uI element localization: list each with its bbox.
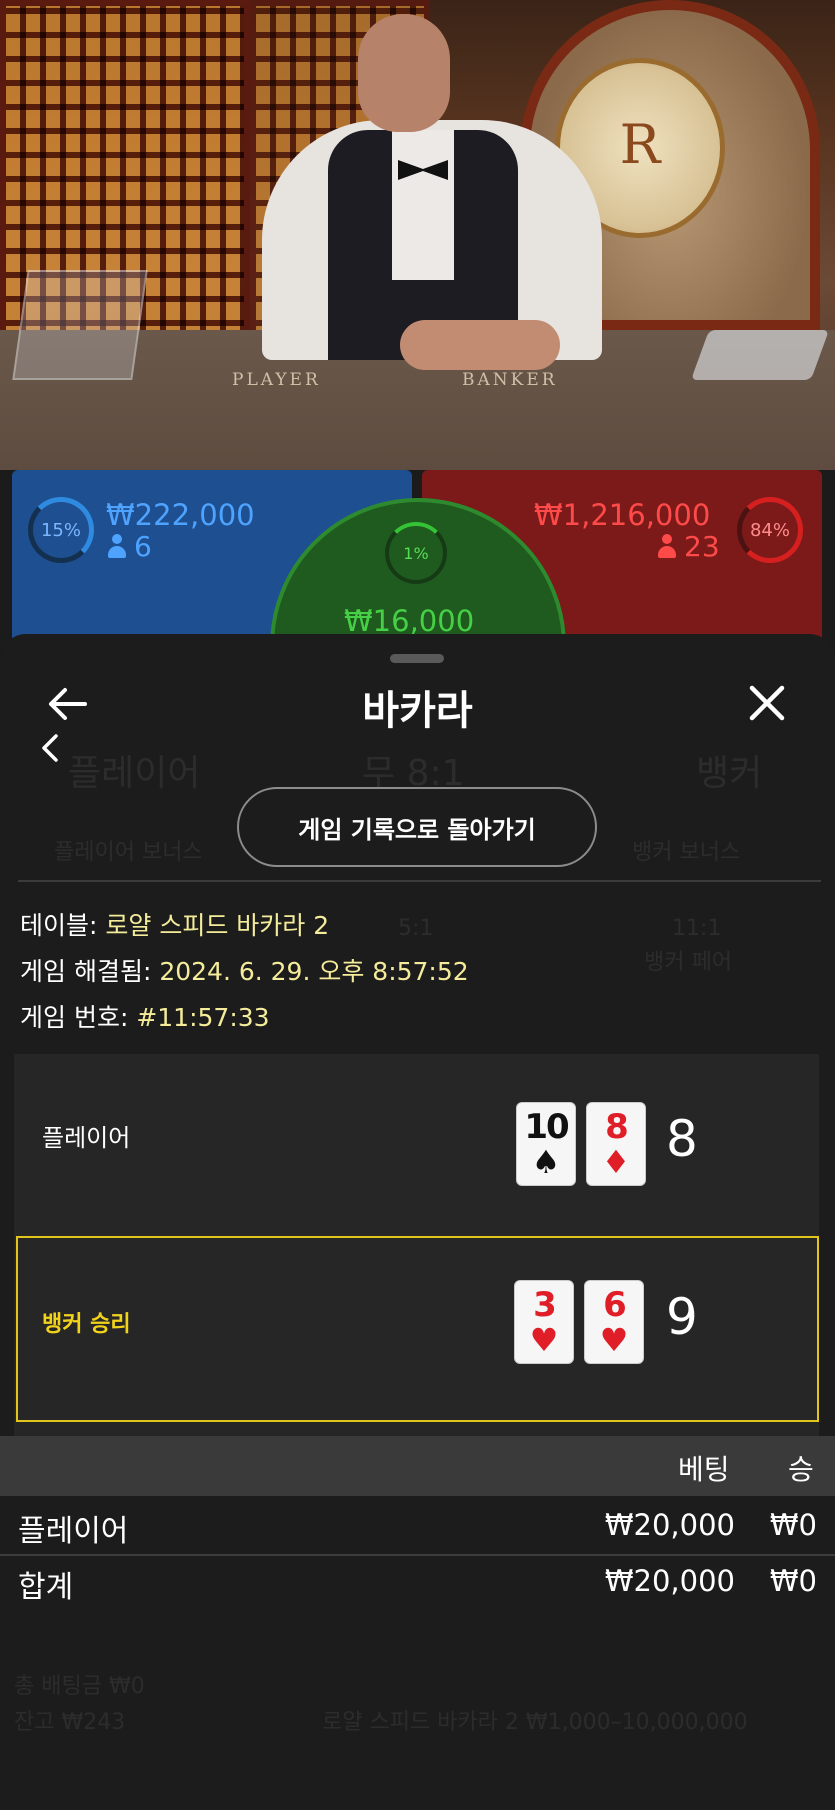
bet-table-header: 베팅 승 [0,1436,835,1496]
banker-card-1: 3 ♥ [514,1280,574,1364]
player-result-row: 플레이어 10 ♠ 8 ♦ 8 [18,1070,818,1220]
bet-row-name: 플레이어 [18,1514,129,1549]
ghost-player-bonus: 플레이어 보너스 [54,840,203,865]
dealer-head [358,14,450,132]
ghost-banker-label: 뱅커 [696,753,763,794]
person-icon [108,534,126,558]
banker-win-label: 뱅커 승리 [42,1312,131,1337]
bet-total-amount: ₩20,000 [604,1564,735,1598]
sheet-title: 바카라 [362,688,473,734]
player-bet-total: ₩222,000 [106,498,255,532]
bet-total-win: ₩0 [769,1564,817,1598]
tie-bet-total: ₩16,000 [344,604,475,638]
player-score: 8 [666,1110,698,1168]
info-game-number-value: #11:57:33 [136,1003,270,1032]
close-icon[interactable] [744,680,790,726]
person-icon [658,534,676,558]
info-resolved: 게임 해결됨: 2024. 6. 29. 오후 8:57:52 [20,952,469,988]
bet-row-win: ₩0 [769,1508,817,1542]
info-table-value: 로얄 스피드 바카라 2 [105,911,330,940]
ghost-total-bet: 총 배팅금 ₩0 [14,1674,145,1699]
bet-row-amount: ₩20,000 [604,1508,735,1542]
player-result-label: 플레이어 [42,1124,131,1152]
bet-row-player: 플레이어 ₩20,000 ₩0 [0,1500,835,1554]
banker-score: 9 [666,1288,698,1346]
info-game-number-label: 게임 번호: [20,1003,129,1032]
game-detail-sheet: 플레이어 무 8:1 뱅커 플레이어 보너스 뱅커 보너스 5:1 11:1 뱅… [0,634,835,1810]
ghost-odds-11: 11:1 [672,916,722,941]
col-bet-header: 베팅 [678,1453,730,1486]
divider [18,880,821,882]
bet-row-total: 합계 ₩20,000 ₩0 [0,1556,835,1610]
ghost-odds-5: 5:1 [398,916,434,941]
ghost-balance: 잔고 ₩243 [14,1710,126,1735]
banker-bet-total: ₩1,216,000 [534,498,711,532]
discard-tray [12,270,148,380]
sheet-drag-handle[interactable] [390,654,444,663]
player-card-2: 8 ♦ [586,1102,646,1186]
player-bettor-count: 6 [108,530,152,563]
card-shoe [690,330,830,380]
back-to-history-button[interactable]: 게임 기록으로 돌아가기 [237,787,597,867]
tie-percent-ring: 1% [385,522,447,584]
banker-card-2: 6 ♥ [584,1280,644,1364]
felt-label-player: PLAYER [232,370,321,390]
live-video-feed: R PLAYER BANKER [0,0,835,470]
bet-total-name: 합계 [18,1570,74,1605]
player-percent-ring: 15% [28,497,94,563]
ghost-banker-bonus: 뱅커 보너스 [632,840,741,865]
ghost-table-limits: 로얄 스피드 바카라 2 ₩1,000–10,000,000 [322,1710,748,1735]
ghost-player-label: 플레이어 [68,753,201,794]
dealer-hands [400,320,560,370]
col-win-header: 승 [788,1453,814,1486]
info-resolved-value: 2024. 6. 29. 오후 8:57:52 [159,957,469,986]
ghost-banker-pair: 뱅커 페어 [644,950,732,975]
chevron-left-icon[interactable] [36,728,66,768]
banker-bettor-count: 23 [658,530,720,563]
info-table-label: 테이블: [20,911,98,940]
info-table: 테이블: 로얄 스피드 바카라 2 [20,906,329,942]
felt-label-banker: BANKER [462,370,558,390]
info-resolved-label: 게임 해결됨: [20,957,152,986]
banker-result-row: 뱅커 승리 3 ♥ 6 ♥ 9 [16,1236,819,1422]
info-game-number: 게임 번호: #11:57:33 [20,998,270,1034]
dealer-shirt [392,130,454,280]
player-card-1: 10 ♠ [516,1102,576,1186]
banker-percent-ring: 84% [737,497,803,563]
